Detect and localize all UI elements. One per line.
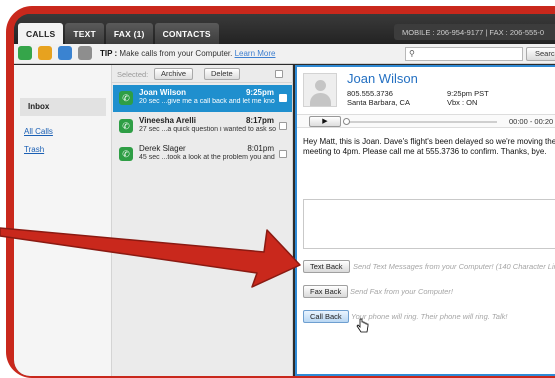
text-back-button[interactable]: Text Back [303, 260, 350, 273]
nav-all-calls[interactable]: All Calls [24, 127, 53, 136]
new-text-icon[interactable] [38, 46, 52, 60]
message-list: Selected: Archive Delete ✆ Joan Wilson 9… [112, 65, 293, 376]
caller-name: Joan Wilson [139, 88, 187, 97]
seek-handle[interactable] [343, 118, 350, 125]
phone-icon: ✆ [119, 91, 133, 105]
call-back-button[interactable]: Call Back [303, 310, 349, 323]
call-time: 8:17pm [245, 116, 274, 125]
search-button[interactable]: Search [526, 47, 555, 61]
call-timestamp: 9:25pm PST [447, 89, 489, 98]
select-all-checkbox[interactable] [275, 70, 283, 78]
search-icon: ⚲ [409, 49, 415, 58]
tip-text: TIP : Make calls from your Computer. Lea… [100, 49, 275, 58]
new-contact-icon[interactable] [78, 46, 92, 60]
app-window: CALLS TEXT FAX (1) CONTACTS MOBILE : 206… [14, 14, 555, 376]
nav-trash[interactable]: Trash [24, 145, 44, 154]
archive-button[interactable]: Archive [154, 68, 194, 80]
tab-text[interactable]: TEXT [65, 23, 104, 44]
tip-label: TIP : [100, 49, 118, 58]
phone-icon: ✆ [119, 119, 133, 133]
hand-cursor-icon [356, 318, 369, 333]
message-snippet: 27 sec ...a quick question i wanted to a… [139, 126, 276, 133]
call-time: 8:01pm [247, 144, 274, 153]
fax-back-hint: Send Fax from your Computer! [350, 287, 453, 296]
list-toolbar: Selected: Archive Delete [112, 65, 293, 83]
list-item[interactable]: ✆ Derek Slager 8:01pm 45 sec ...took a l… [113, 141, 292, 168]
seek-track[interactable] [347, 121, 497, 123]
message-snippet: 45 sec ...took a look at the problem you… [139, 154, 275, 161]
avatar [303, 73, 337, 107]
playback-time: 00:00 - 00:20 [509, 117, 554, 126]
fax-back-button[interactable]: Fax Back [303, 285, 349, 298]
tab-contacts[interactable]: CONTACTS [154, 23, 219, 44]
avatar-body [310, 93, 331, 106]
selected-label: Selected: [117, 70, 149, 79]
call-back-hint: Your phone will ring. Their phone will r… [351, 312, 508, 321]
contact-name: Joan Wilson [347, 71, 418, 86]
item-checkbox[interactable] [279, 122, 287, 130]
reply-textarea[interactable] [303, 199, 555, 249]
avatar-head [315, 80, 326, 91]
vbx-status: Vbx : ON [447, 98, 478, 107]
nav-inbox[interactable]: Inbox [20, 98, 106, 116]
voicemail-transcript: Hey Matt, this is Joan. Dave's flight's … [303, 137, 555, 156]
contact-location: Santa Barbara, CA [347, 98, 410, 107]
item-checkbox[interactable] [279, 94, 287, 102]
new-fax-icon[interactable] [58, 46, 72, 60]
list-item[interactable]: ✆ Vineesha Arelli 8:17pm 27 sec ...a qui… [113, 113, 292, 140]
delete-button[interactable]: Delete [204, 68, 240, 80]
message-detail: Joan Wilson 805.555.3736 Santa Barbara, … [295, 65, 555, 376]
call-time: 9:25pm [245, 88, 274, 97]
top-bar: CALLS TEXT FAX (1) CONTACTS MOBILE : 206… [14, 14, 555, 44]
caller-name: Vineesha Arelli [139, 116, 196, 125]
toolbar: TIP : Make calls from your Computer. Lea… [14, 44, 555, 64]
main-tabs: CALLS TEXT FAX (1) CONTACTS [18, 23, 221, 44]
contact-phone: 805.555.3736 [347, 89, 393, 98]
tab-fax[interactable]: FAX (1) [105, 23, 153, 44]
phone-numbers: MOBILE : 206-954-9177 | FAX : 206-555-0 [394, 24, 555, 40]
search-input[interactable]: ⚲ [405, 47, 523, 61]
left-nav: Inbox All Calls Trash [14, 65, 112, 376]
message-snippet: 20 sec ...give me a call back and let me… [139, 98, 275, 105]
text-back-hint: Send Text Messages from your Computer! (… [353, 262, 555, 271]
learn-more-link[interactable]: Learn More [235, 49, 276, 58]
caller-name: Derek Slager [139, 144, 186, 153]
item-checkbox[interactable] [279, 150, 287, 158]
audio-player: ▶ 00:00 - 00:20 [297, 114, 555, 128]
phone-icon: ✆ [119, 147, 133, 161]
new-call-icon[interactable] [18, 46, 32, 60]
play-button[interactable]: ▶ [309, 116, 341, 127]
tab-calls[interactable]: CALLS [18, 23, 64, 44]
list-item[interactable]: ✆ Joan Wilson 9:25pm 20 sec ...give me a… [113, 85, 292, 112]
tip-body: Make calls from your Computer. [117, 49, 235, 58]
